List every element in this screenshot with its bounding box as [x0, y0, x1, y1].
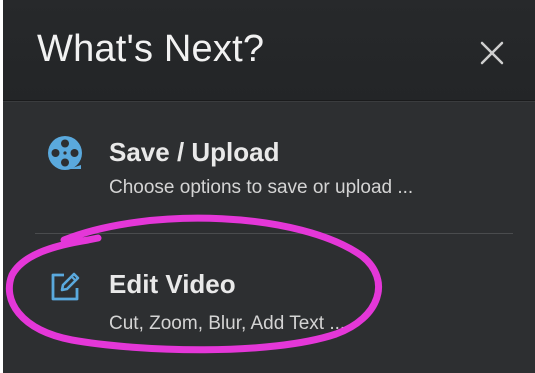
- edit-video-description: Cut, Zoom, Blur, Add Text ...: [109, 313, 346, 334]
- panel-header: What's Next?: [3, 0, 535, 101]
- edit-icon: [51, 272, 80, 301]
- close-button[interactable]: [471, 32, 511, 72]
- menu-item-save-upload[interactable]: Save / Upload Choose options to save or …: [3, 101, 535, 233]
- save-upload-description: Choose options to save or upload ...: [109, 177, 414, 198]
- panel-title: What's Next?: [37, 28, 265, 70]
- menu-divider: [35, 233, 513, 234]
- menu-item-edit-video[interactable]: Edit Video Cut, Zoom, Blur, Add Text ...: [3, 235, 535, 373]
- screenshot-stage: What's Next? Save / Upload Choose option…: [0, 0, 535, 373]
- film-reel-icon: [48, 136, 82, 170]
- whats-next-panel: What's Next? Save / Upload Choose option…: [3, 0, 535, 373]
- edit-video-title: Edit Video: [109, 269, 236, 299]
- close-icon: [480, 41, 504, 65]
- save-upload-title: Save / Upload: [109, 137, 280, 167]
